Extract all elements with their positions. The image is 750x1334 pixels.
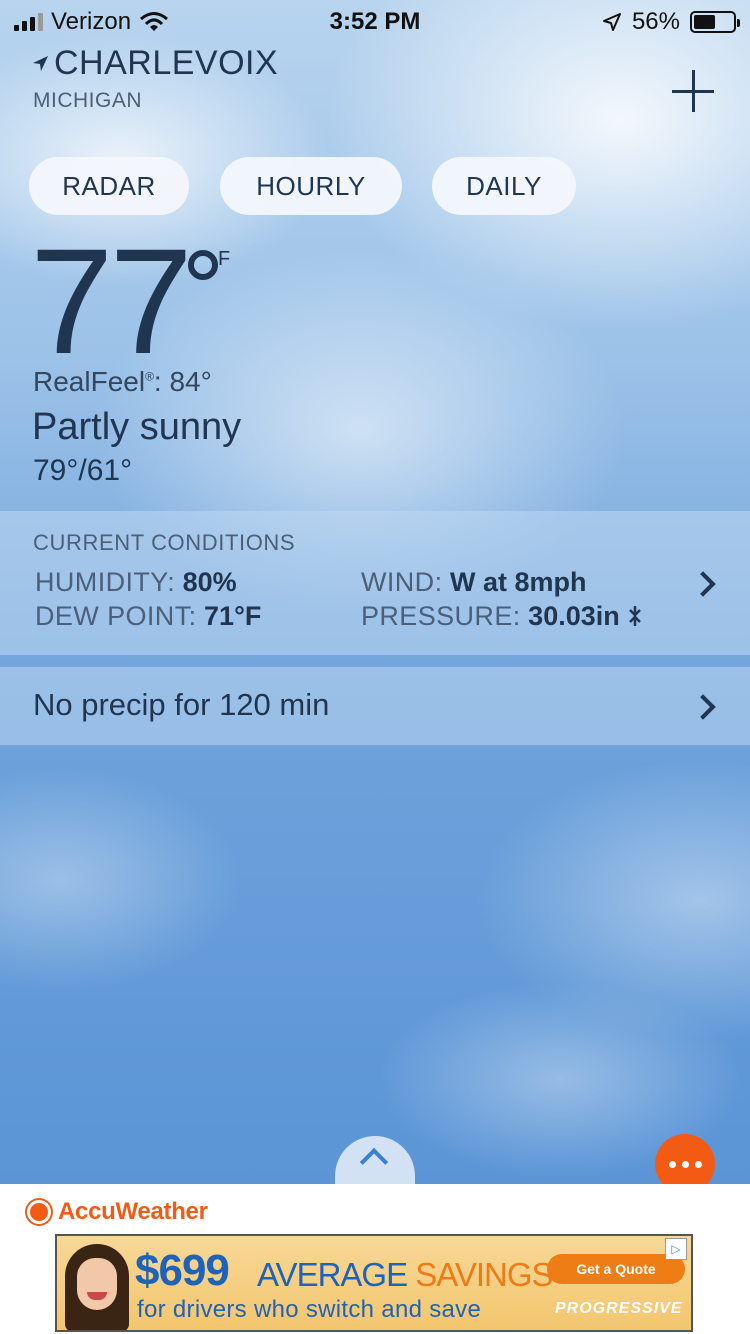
- weather-phrase: Partly sunny: [32, 406, 242, 448]
- tab-daily[interactable]: DAILY: [432, 157, 576, 215]
- dew-point-row: DEW POINT: 71°F: [35, 601, 261, 632]
- footer: AccuWeather $699 AVERAGE SAVINGS for dri…: [0, 1184, 750, 1334]
- add-location-icon[interactable]: [670, 68, 716, 114]
- realfeel: RealFeel®: 84°: [33, 366, 212, 398]
- humidity-label: HUMIDITY:: [35, 567, 176, 597]
- realfeel-value: : 84°: [153, 366, 212, 397]
- humidity-value: 80%: [182, 567, 237, 597]
- location-services-icon: [602, 13, 621, 31]
- tab-hourly[interactable]: HOURLY: [220, 157, 402, 215]
- ad-headline-a: AVERAGE: [257, 1256, 408, 1293]
- temperature-unit: F: [218, 248, 231, 270]
- wind-value: W at 8mph: [450, 567, 587, 597]
- wind-row: WIND: W at 8mph: [361, 567, 587, 598]
- ad-advertiser: PROGRESSIVE: [555, 1300, 683, 1317]
- city-name: CHARLEVOIX: [54, 44, 279, 82]
- brand-name: AccuWeather: [58, 1198, 208, 1225]
- pressure-value: 30.03in: [528, 601, 620, 631]
- realfeel-mark: ®: [145, 369, 154, 384]
- hi-lo-temperature: 79°/61°: [33, 454, 133, 487]
- adchoices-icon[interactable]: ▷: [665, 1238, 687, 1260]
- sun-icon: [30, 1203, 48, 1221]
- minutecast-text: No precip for 120 min: [33, 687, 330, 722]
- state-name: MICHIGAN: [33, 89, 142, 112]
- tab-radar[interactable]: RADAR: [29, 157, 189, 215]
- current-temperature: 77: [30, 217, 193, 385]
- pressure-steady-icon: [629, 606, 642, 626]
- battery-icon: [690, 11, 740, 33]
- dew-point-value: 71°F: [204, 601, 262, 631]
- location-header[interactable]: CHARLEVOIX MICHIGAN: [30, 44, 278, 113]
- location-arrow-icon: [33, 55, 48, 71]
- ad-person-image: [63, 1240, 131, 1330]
- battery-percent: 56%: [631, 8, 680, 35]
- ad-headline-b: SAVINGS: [415, 1256, 553, 1293]
- chevron-up-icon: [359, 1147, 389, 1177]
- accuweather-logo: AccuWeather: [30, 1198, 208, 1226]
- pressure-label: PRESSURE:: [361, 601, 521, 631]
- dew-point-label: DEW POINT:: [35, 601, 197, 631]
- current-conditions-title: CURRENT CONDITIONS: [33, 530, 296, 555]
- wind-label: WIND:: [361, 567, 443, 597]
- humidity-row: HUMIDITY: 80%: [35, 567, 237, 598]
- degree-symbol: [188, 250, 218, 280]
- ad-price: $699: [135, 1246, 230, 1295]
- ad-subline: for drivers who switch and save: [137, 1296, 482, 1323]
- ad-headline: AVERAGE SAVINGS: [257, 1256, 554, 1294]
- status-bar: Verizon 3:52 PM 56%: [0, 0, 750, 40]
- realfeel-label: RealFeel: [33, 366, 146, 397]
- pressure-row: PRESSURE: 30.03in: [361, 601, 643, 632]
- ad-banner[interactable]: $699 AVERAGE SAVINGS for drivers who swi…: [55, 1234, 693, 1332]
